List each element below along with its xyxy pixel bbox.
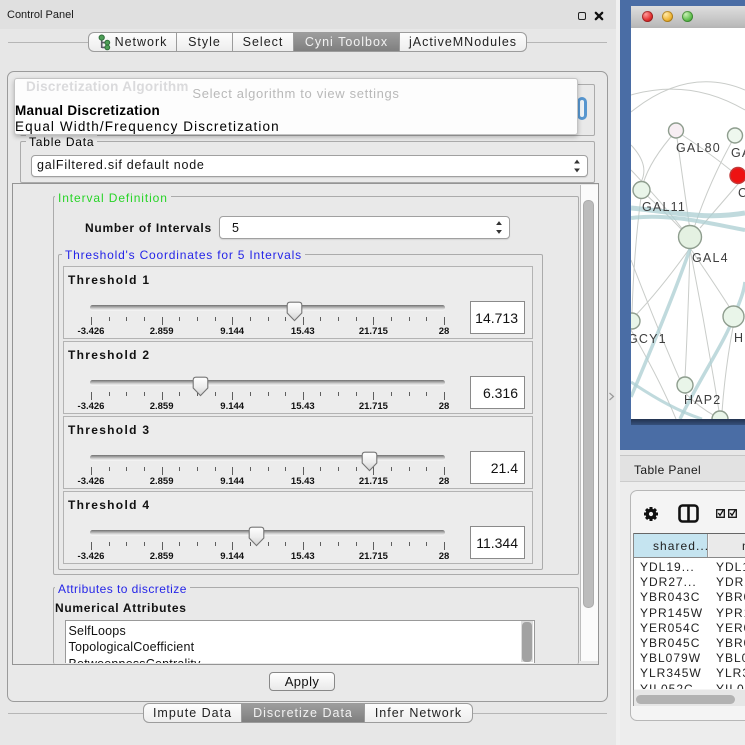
svg-text:GA: GA bbox=[731, 146, 745, 160]
svg-text:GCY1: GCY1 bbox=[631, 332, 667, 346]
svg-text:HAP2: HAP2 bbox=[684, 393, 721, 407]
svg-text:GAL80: GAL80 bbox=[676, 141, 721, 155]
svg-text:GAL4: GAL4 bbox=[692, 251, 729, 265]
svg-text:GAL11: GAL11 bbox=[642, 200, 686, 214]
svg-text:C: C bbox=[738, 186, 745, 200]
svg-text:H: H bbox=[734, 331, 744, 345]
